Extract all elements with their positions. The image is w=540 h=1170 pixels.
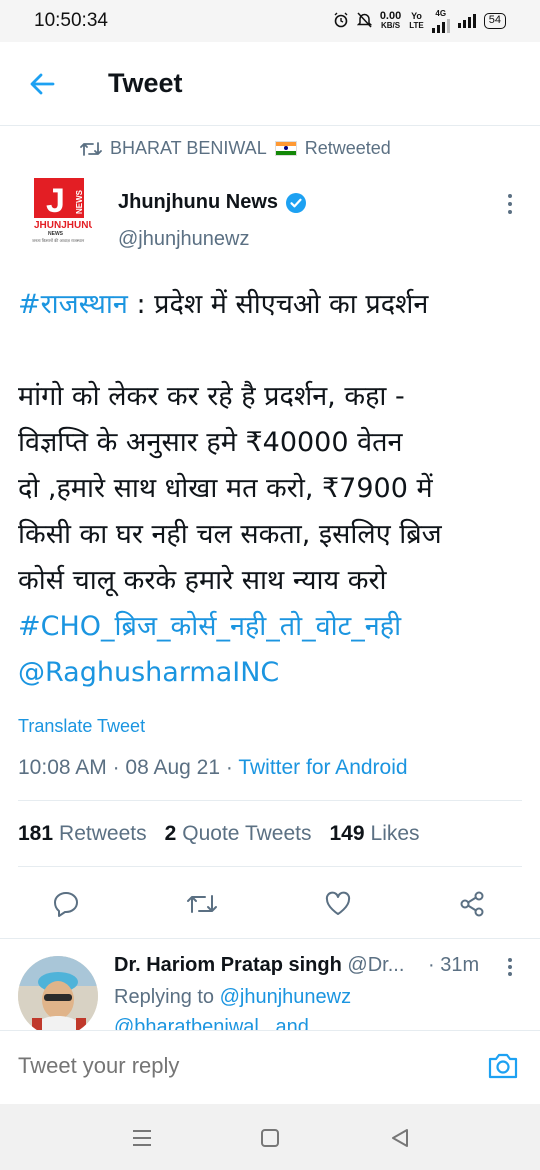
share-button[interactable] [452,884,492,924]
status-icons: 0.00 KB/S Yo LTE 4G 54 [333,9,506,33]
divider [18,800,522,801]
svg-text:NEWS: NEWS [75,189,84,214]
tweet-body: #राजस्थान : प्रदेश में सीएचओ का प्रदर्शन… [18,282,524,696]
reply-compose-bar [0,1030,540,1104]
author-name[interactable]: Jhunjhunu News [118,191,307,214]
likes-stat[interactable]: 149 Likes [329,822,419,846]
svg-text:जनता किसानों की आवाज़ राजस्थान: जनता किसानों की आवाज़ राजस्थान [32,238,85,243]
menu-icon [133,1130,151,1146]
home-square-icon [261,1129,279,1147]
volte-indicator: Yo LTE [409,11,424,30]
mute-bell-icon [356,11,373,31]
replying-to-link[interactable]: @jhunjhunewz [220,986,352,1008]
tweet-more-button[interactable] [500,192,520,216]
reply-avatar[interactable] [18,956,98,1030]
like-heart-icon [325,891,351,915]
back-triangle-icon [392,1129,408,1147]
hashtag-cho[interactable]: #CHO_ब्रिज_कोर्स_नही_तो_वोट_नही [18,611,401,642]
camera-button[interactable] [486,1049,520,1083]
retweets-stat[interactable]: 181 Retweets [18,822,147,846]
reply-author: Dr. Hariom Pratap singh @Dr... [114,954,405,976]
hashtag-rajasthan[interactable]: #राजस्थान [18,289,128,320]
signal-strength-icon [457,14,476,28]
network-speed: 0.00 KB/S [379,10,402,31]
india-flag-icon [274,141,297,156]
network-4g: 4G [431,9,450,33]
verified-badge-icon [286,192,306,213]
status-bar: 10:50:34 0.00 KB/S Yo LTE 4G 54 [0,0,540,42]
svg-text:J: J [46,182,65,220]
recents-button[interactable] [130,1126,154,1150]
quote-tweets-stat[interactable]: 2 Quote Tweets [165,822,312,846]
page-title: Tweet [108,68,183,98]
svg-text:NEWS: NEWS [48,231,64,237]
retweeted-by[interactable]: BHARAT BENIWAL Retweeted [80,138,391,159]
author-avatar[interactable]: J NEWS JHUNJHUNU NEWS जनता किसानों की आव… [22,176,96,246]
tweet-source-link[interactable]: Twitter for Android [238,756,407,779]
home-button[interactable] [258,1126,282,1150]
mention-link[interactable]: @RaghusharmaINC [18,657,279,688]
tweet-date: 08 Aug 21 [125,756,221,779]
translate-tweet-link[interactable]: Translate Tweet [18,716,145,737]
author-handle[interactable]: @jhunjhunewz [118,228,250,251]
tweet-actions [0,884,540,924]
reply-icon [54,892,78,917]
reply-button[interactable] [46,884,86,924]
top-app-bar: Tweet [0,42,540,126]
divider [0,938,540,939]
arrow-left-icon [30,73,55,95]
tweet-time: 10:08 AM [18,756,107,779]
share-icon [460,891,484,917]
tweet-meta: 10:08 AM · 08 Aug 21 · Twitter for Andro… [18,756,408,779]
retweet-icon [187,895,217,913]
divider [18,866,522,867]
back-button[interactable] [28,70,56,98]
tweet-blank-line [18,328,524,374]
signal-bars-icon [431,19,450,33]
more-vertical-icon [508,194,512,214]
reply-input[interactable] [18,1053,438,1079]
reply-time: · 31m [428,954,480,976]
tweet-line: #राजस्थान : प्रदेश में सीएचओ का प्रदर्शन [18,289,429,320]
reply-item[interactable]: Dr. Hariom Pratap singh @Dr... · 31m Rep… [0,940,540,1030]
more-vertical-icon [508,958,512,976]
retweeter-name: BHARAT BENIWAL [110,138,267,158]
replying-to-more[interactable]: @bharatbeniwal_ and [114,1016,309,1030]
tweet-line: मांगो को लेकर कर रहे है प्रदर्शन, कहा - [18,381,405,412]
retweet-button[interactable] [182,884,222,924]
retweeted-label: Retweeted [304,138,391,158]
tweet-line: कोर्स चालू करके हमारे साथ न्याय करो [18,565,387,596]
system-navigation-bar [0,1104,540,1170]
status-time: 10:50:34 [34,10,108,31]
retweet-icon [80,141,102,156]
tweet-line: विज्ञप्ति के अनुसार हमे ₹40000 वेतन [18,427,403,458]
reply-more-button[interactable] [502,956,518,978]
like-button[interactable] [318,884,358,924]
battery-icon: 54 [483,13,506,29]
tweet-line: दो ,हमारे साथ धोखा मत करो, ₹7900 में [18,473,433,504]
system-back-button[interactable] [388,1126,412,1150]
tweet-line: किसी का घर नही चल सकता, इसलिए ब्रिज [18,519,442,550]
replying-to: Replying to @jhunjhunewz [114,986,352,1008]
svg-text:JHUNJHUNU: JHUNJHUNU [34,220,92,231]
camera-icon [488,1053,518,1079]
tweet-stats: 181 Retweets 2 Quote Tweets 149 Likes [18,822,420,846]
alarm-icon [333,12,349,31]
